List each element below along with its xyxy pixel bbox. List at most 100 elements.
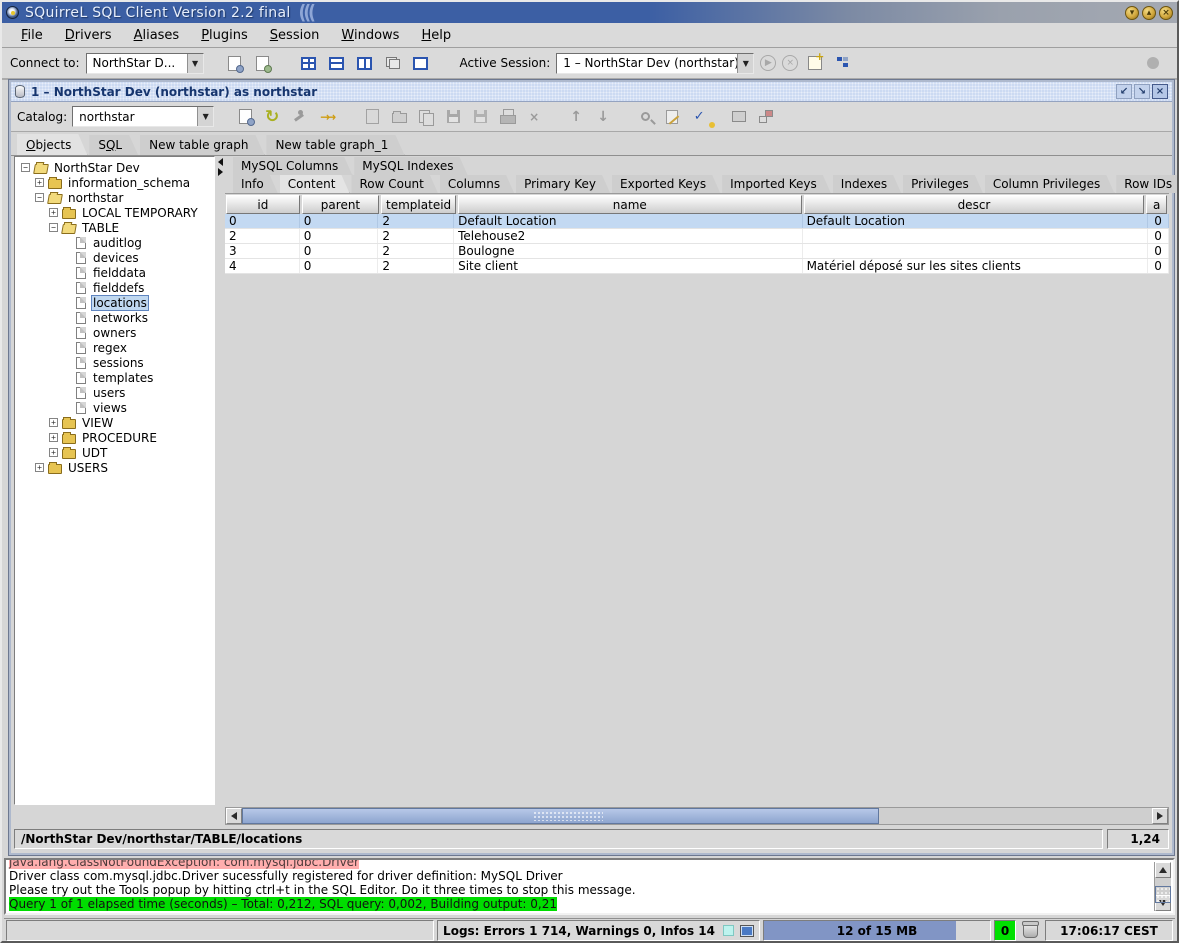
- tree-item-users[interactable]: users: [17, 385, 214, 400]
- column-header-name[interactable]: name: [458, 195, 802, 214]
- table-cell[interactable]: 0: [300, 244, 379, 258]
- collapse-icon[interactable]: −: [49, 223, 58, 232]
- tab-sql[interactable]: SQL: [89, 135, 138, 155]
- table-layout-icon[interactable]: [755, 106, 777, 128]
- tab-row-ids[interactable]: Row IDs: [1116, 175, 1179, 193]
- memory-gauge[interactable]: 12 of 15 MB: [763, 920, 991, 941]
- arrow-down-icon[interactable]: ↓: [592, 106, 614, 128]
- table-cell[interactable]: Default Location: [454, 214, 802, 228]
- table-cell[interactable]: 0: [1148, 259, 1169, 273]
- minimize-button[interactable]: ▾: [1125, 6, 1139, 20]
- collapse-right-icon[interactable]: [218, 168, 223, 176]
- edit-sql-icon[interactable]: [661, 106, 683, 128]
- scrollbar-track[interactable]: [1155, 878, 1171, 895]
- tree-item-sessions[interactable]: sessions: [17, 355, 214, 370]
- expand-icon[interactable]: +: [35, 178, 44, 187]
- table-cell[interactable]: [803, 229, 1148, 243]
- frame-restore-button[interactable]: ↘: [1134, 84, 1150, 99]
- tab-mysql-columns[interactable]: MySQL Columns: [233, 157, 352, 175]
- table-cell[interactable]: 2: [225, 229, 300, 243]
- tree-item-northstar[interactable]: −northstar: [17, 190, 214, 205]
- tab-row-count[interactable]: Row Count: [351, 175, 437, 193]
- validate-sql-icon[interactable]: ✓: [688, 106, 710, 128]
- table-row[interactable]: 302Boulogne0: [225, 244, 1169, 259]
- table-cell[interactable]: 3: [225, 244, 300, 258]
- tab-new-table-graph[interactable]: New table graph: [140, 135, 264, 155]
- log-panel[interactable]: java.lang.ClassNotFoundException: com.my…: [4, 858, 1175, 915]
- run-session-icon[interactable]: ▶: [760, 55, 776, 71]
- tree-item-auditlog[interactable]: auditlog: [17, 235, 214, 250]
- expand-icon[interactable]: +: [49, 448, 58, 457]
- tab-content[interactable]: Content: [280, 175, 350, 193]
- close-button[interactable]: ×: [1159, 6, 1173, 20]
- tab-column-privileges[interactable]: Column Privileges: [985, 175, 1114, 193]
- log-viewer-icon[interactable]: [740, 925, 754, 937]
- tree-item-fielddefs[interactable]: fielddefs: [17, 280, 214, 295]
- table-row[interactable]: 202Telehouse20: [225, 229, 1169, 244]
- connect-alias-icon[interactable]: [224, 52, 246, 74]
- column-header-a[interactable]: a: [1146, 195, 1167, 214]
- tab-objects[interactable]: Objects: [17, 134, 87, 155]
- menu-item-windows[interactable]: Windows: [330, 25, 410, 46]
- find-icon[interactable]: [634, 106, 656, 128]
- tree-item-table[interactable]: −TABLE: [17, 220, 214, 235]
- menu-item-drivers[interactable]: Drivers: [54, 25, 123, 46]
- bookmark-icon[interactable]: [728, 106, 750, 128]
- arrow-up-icon[interactable]: ↑: [565, 106, 587, 128]
- new-session-window-icon[interactable]: [804, 52, 826, 74]
- menu-item-session[interactable]: Session: [259, 25, 331, 46]
- chevron-down-icon[interactable]: ▼: [197, 107, 213, 126]
- menu-item-help[interactable]: Help: [410, 25, 462, 46]
- column-header-descr[interactable]: descr: [804, 195, 1145, 214]
- alias-combobox[interactable]: NorthStar D... ▼: [86, 53, 204, 74]
- column-header-templateid[interactable]: templateid: [381, 195, 456, 214]
- scrollbar-thumb[interactable]: [242, 808, 879, 824]
- run-sql-icon[interactable]: [288, 106, 310, 128]
- scroll-left-icon[interactable]: [226, 808, 242, 824]
- maximize-windows-icon[interactable]: [410, 52, 432, 74]
- table-cell[interactable]: 0: [300, 259, 379, 273]
- expand-icon[interactable]: +: [35, 463, 44, 472]
- tree-item-view[interactable]: +VIEW: [17, 415, 214, 430]
- table-cell[interactable]: Boulogne: [454, 244, 802, 258]
- table-cell[interactable]: Default Location: [803, 214, 1148, 228]
- table-cell[interactable]: 0: [300, 229, 379, 243]
- open-file-icon[interactable]: [388, 106, 410, 128]
- new-file-icon[interactable]: [361, 106, 383, 128]
- session-tree-icon[interactable]: [832, 52, 854, 74]
- collapse-icon[interactable]: −: [21, 163, 30, 172]
- collapse-left-icon[interactable]: [218, 158, 223, 166]
- split-divider[interactable]: [215, 156, 225, 805]
- tab-indexes[interactable]: Indexes: [833, 175, 901, 193]
- tab-imported-keys[interactable]: Imported Keys: [722, 175, 831, 193]
- save-as-icon[interactable]: [469, 106, 491, 128]
- menu-item-plugins[interactable]: Plugins: [190, 25, 259, 46]
- scroll-right-icon[interactable]: [1152, 808, 1168, 824]
- session-frame-titlebar[interactable]: 1 – NorthStar Dev (northstar) as northst…: [11, 82, 1172, 102]
- table-cell[interactable]: 0: [1148, 214, 1169, 228]
- table-cell[interactable]: 2: [378, 259, 454, 273]
- tree-item-devices[interactable]: devices: [17, 250, 214, 265]
- copy-icon[interactable]: [415, 106, 437, 128]
- tile-vertical-icon[interactable]: [354, 52, 376, 74]
- reorder-tabs-icon[interactable]: →→: [315, 106, 337, 128]
- table-cell[interactable]: 0: [225, 214, 300, 228]
- refresh-icon[interactable]: ↻: [261, 106, 283, 128]
- menu-item-file[interactable]: File: [10, 25, 54, 46]
- tab-primary-key[interactable]: Primary Key: [516, 175, 610, 193]
- tab-columns[interactable]: Columns: [440, 175, 514, 193]
- table-cell[interactable]: 2: [378, 229, 454, 243]
- reconnect-alias-icon[interactable]: [252, 52, 274, 74]
- tree-item-fielddata[interactable]: fielddata: [17, 265, 214, 280]
- tab-new-table-graph-1[interactable]: New table graph_1: [266, 135, 404, 155]
- tree-item-users[interactable]: +USERS: [17, 460, 214, 475]
- print-icon[interactable]: [496, 106, 518, 128]
- column-header-id[interactable]: id: [226, 195, 300, 214]
- table-cell[interactable]: 0: [300, 214, 379, 228]
- connect-alias-icon[interactable]: [234, 106, 256, 128]
- title-bar[interactable]: SQuirreL SQL Client Version 2.2 final ((…: [2, 2, 1177, 23]
- garbage-collect-icon[interactable]: [1023, 923, 1038, 938]
- expand-icon[interactable]: +: [49, 208, 58, 217]
- frame-minimize-button[interactable]: ↙: [1116, 84, 1132, 99]
- active-session-combobox[interactable]: 1 – NorthStar Dev (northstar)... ▼: [556, 53, 754, 74]
